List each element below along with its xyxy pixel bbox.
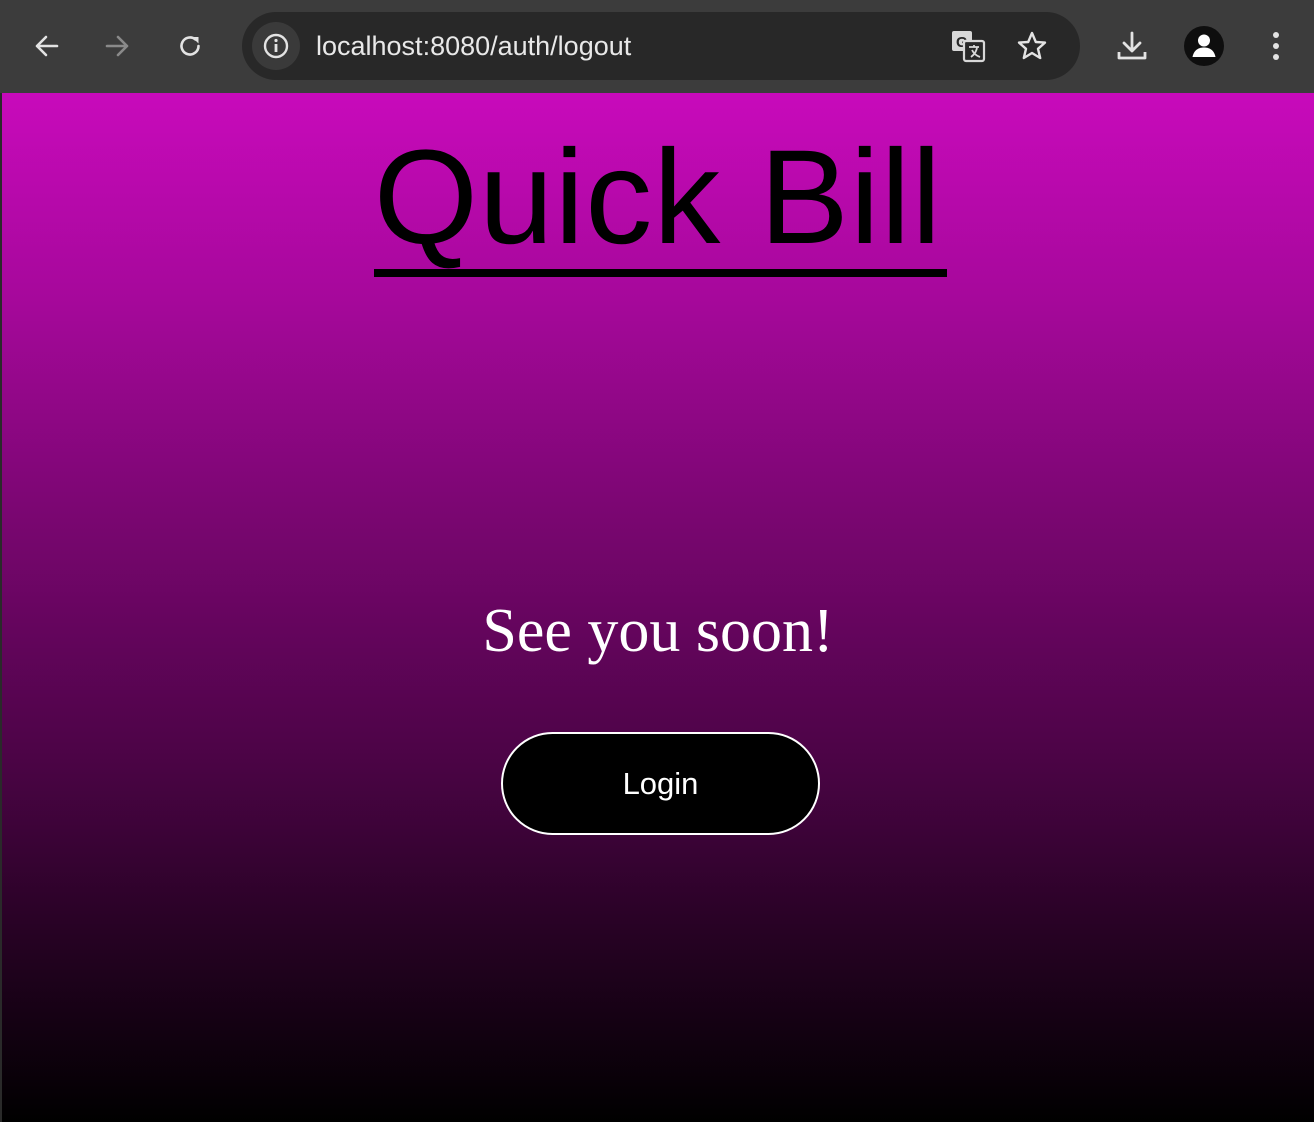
farewell-message: See you soon! xyxy=(482,597,834,665)
download-icon xyxy=(1117,31,1147,60)
site-info-button[interactable] xyxy=(252,22,300,70)
translate-icon: G xyxy=(952,31,986,63)
back-button[interactable] xyxy=(22,22,70,70)
arrow-right-icon xyxy=(105,35,129,57)
star-icon xyxy=(1017,31,1047,60)
address-bar[interactable]: localhost:8080/auth/logout G xyxy=(242,12,1080,80)
menu-button[interactable] xyxy=(1252,22,1300,70)
brand-underline xyxy=(374,269,947,277)
download-button[interactable] xyxy=(1108,22,1156,70)
login-button[interactable]: Login xyxy=(501,732,820,835)
forward-button[interactable] xyxy=(94,22,142,70)
bookmark-button[interactable] xyxy=(1008,22,1056,70)
arrow-left-icon xyxy=(35,35,59,57)
translate-button[interactable]: G xyxy=(944,22,992,70)
reload-button[interactable] xyxy=(166,22,214,70)
info-icon xyxy=(263,33,289,59)
brand-title-text: Quick Bill xyxy=(373,123,943,272)
brand-title: Quick Bill xyxy=(2,123,1314,273)
profile-button[interactable] xyxy=(1180,22,1228,70)
profile-icon xyxy=(1184,26,1224,66)
browser-toolbar: localhost:8080/auth/logout G xyxy=(0,0,1314,93)
kebab-menu-icon xyxy=(1273,32,1279,60)
reload-icon xyxy=(180,36,200,56)
page-viewport: Quick Bill See you soon! Login xyxy=(2,93,1314,1122)
url-text[interactable]: localhost:8080/auth/logout xyxy=(316,12,631,80)
